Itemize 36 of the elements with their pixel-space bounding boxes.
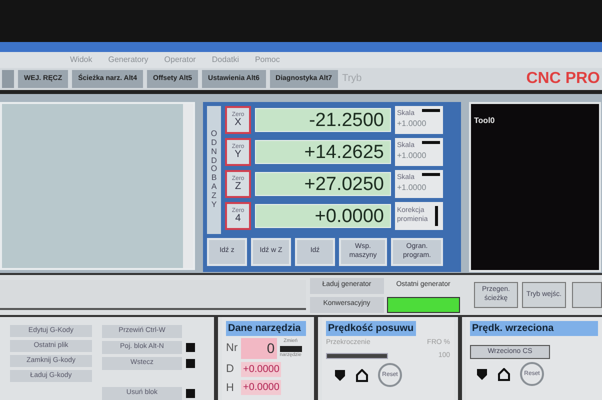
- button[interactable]: [572, 282, 602, 308]
- label: H: [226, 380, 235, 396]
- gcode-line-field[interactable]: [0, 280, 306, 310]
- diameter-field[interactable]: +0.0000: [241, 362, 282, 377]
- arrow-down-icon[interactable]: [334, 368, 346, 382]
- scale-indicator: [422, 140, 440, 144]
- axis-position-field[interactable]: +14.2625: [255, 140, 391, 164]
- scrollbar[interactable]: [183, 104, 193, 268]
- axis-position-field[interactable]: -21.2500: [255, 108, 391, 132]
- height-field[interactable]: +0.0000: [241, 380, 282, 396]
- scale-indicator: [422, 108, 440, 112]
- scale-value: +1.0000: [397, 151, 426, 162]
- axis-label: X: [234, 118, 242, 128]
- panel-title: Dane narzędzia: [226, 321, 306, 336]
- axis-label: Z: [234, 182, 242, 192]
- status-button[interactable]: [386, 296, 460, 313]
- axis-position-field[interactable]: +27.0250: [255, 172, 391, 196]
- arrow-up-icon[interactable]: [498, 368, 510, 380]
- arrow-up-icon[interactable]: [356, 368, 368, 382]
- axis-position-field[interactable]: +0.0000: [255, 204, 391, 228]
- change-tool-button[interactable]: [280, 346, 302, 352]
- scale-indicator: [422, 172, 440, 176]
- axis-label: 4: [235, 214, 241, 224]
- tool-number-field[interactable]: 0: [240, 338, 277, 359]
- panel-title: Prędk. wrzeciona: [470, 321, 598, 336]
- axis-label: Y: [234, 150, 242, 160]
- radius-indicator: [435, 206, 438, 226]
- brand-logo: CNC PRO: [526, 68, 600, 89]
- scale-value: +1.0000: [397, 119, 426, 130]
- label: D: [226, 362, 235, 377]
- arrow-down-icon[interactable]: [476, 368, 488, 380]
- tool-name: Tool0: [474, 116, 495, 125]
- ref-all-home-button[interactable]: ODN DO BAZY: [207, 106, 221, 234]
- scale-value: +1.0000: [397, 183, 426, 194]
- label: Nr: [226, 341, 238, 356]
- panel-title: Prędkość posuwu: [326, 321, 416, 336]
